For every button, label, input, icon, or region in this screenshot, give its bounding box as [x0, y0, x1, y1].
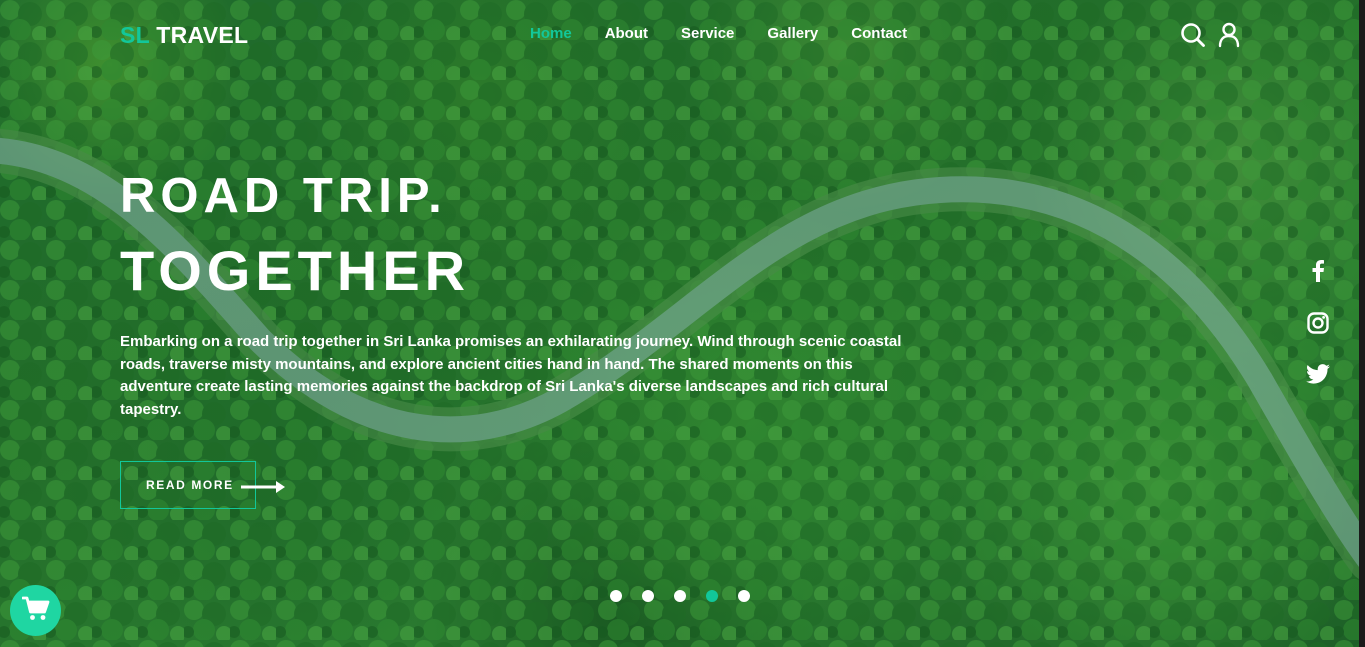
- read-more-label: READ MORE: [146, 478, 234, 492]
- hero-title-line1: ROAD TRIP.: [120, 169, 447, 223]
- slider-dot-4[interactable]: [706, 590, 718, 602]
- nav-link-home[interactable]: Home: [530, 25, 572, 42]
- cart-button[interactable]: [10, 585, 61, 636]
- nav-link-service[interactable]: Service: [681, 25, 734, 42]
- search-icon[interactable]: [1180, 22, 1206, 48]
- main-navigation: Home About Service Gallery Contact: [530, 25, 907, 42]
- hero-title-line2: TOGETHER: [120, 239, 471, 302]
- hero-description: Embarking on a road trip together in Sri…: [120, 333, 902, 418]
- instagram-icon[interactable]: [1307, 312, 1329, 338]
- cart-icon: [21, 596, 50, 626]
- page: SL TRAVEL Home About Service Gallery Con…: [0, 0, 1365, 647]
- slider-dot-3[interactable]: [674, 590, 686, 602]
- nav-link-about[interactable]: About: [605, 25, 648, 42]
- forest-road-illustration: [0, 0, 1365, 647]
- twitter-icon[interactable]: [1306, 364, 1330, 388]
- nav-link-gallery[interactable]: Gallery: [767, 25, 818, 42]
- social-links: [1306, 260, 1330, 388]
- header-icons: [1180, 22, 1240, 48]
- slider-pagination: [610, 590, 750, 602]
- logo-text: TRAVEL: [156, 22, 249, 48]
- user-icon[interactable]: [1218, 22, 1240, 48]
- read-more-button[interactable]: READ MORE: [120, 461, 256, 509]
- nav-link-contact[interactable]: Contact: [851, 25, 907, 42]
- scrollbar-track[interactable]: [1359, 0, 1365, 647]
- slider-dot-5[interactable]: [738, 590, 750, 602]
- facebook-icon[interactable]: [1311, 260, 1325, 286]
- logo-accent-text: SL: [120, 22, 150, 48]
- arrow-right-icon[interactable]: [241, 479, 287, 498]
- hero-title: ROAD TRIP. TOGETHER: [120, 172, 470, 299]
- brand-logo[interactable]: SL TRAVEL: [120, 22, 248, 49]
- slider-dot-2[interactable]: [642, 590, 654, 602]
- slider-dot-1[interactable]: [610, 590, 622, 602]
